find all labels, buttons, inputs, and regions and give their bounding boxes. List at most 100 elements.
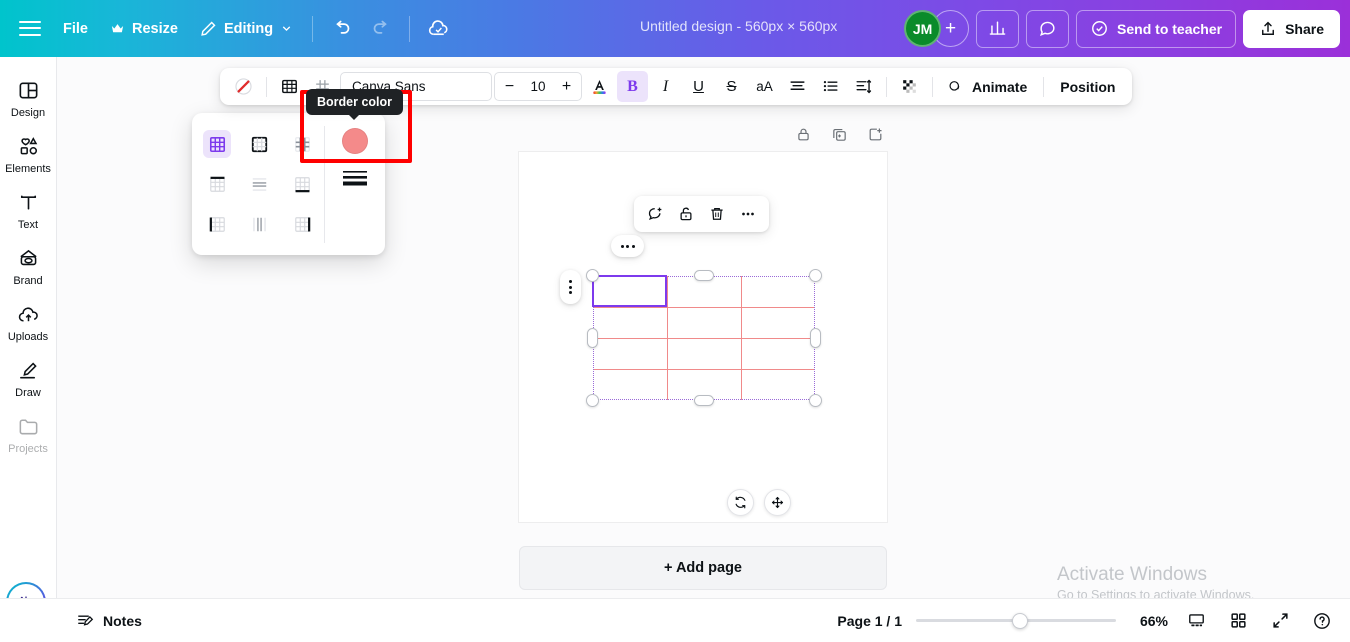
share-button[interactable]: Share: [1243, 9, 1340, 48]
border-option-left-border[interactable]: [196, 204, 239, 244]
position-button[interactable]: Position: [1051, 79, 1124, 95]
bold-button[interactable]: B: [617, 71, 648, 102]
resize-handle-middle-right[interactable]: [810, 328, 821, 348]
animate-button[interactable]: [940, 71, 966, 102]
no-color-button[interactable]: [228, 71, 259, 102]
upload-icon: [1262, 21, 1275, 35]
border-option-horizontal-borders[interactable]: [239, 164, 282, 204]
hamburger-icon: [19, 20, 41, 37]
toolbar-separator-1: [266, 76, 267, 97]
line-spacing-button[interactable]: [848, 71, 879, 102]
border-option-bottom-border[interactable]: [281, 164, 324, 204]
border-option-right-border[interactable]: [281, 204, 324, 244]
main-menu-button[interactable]: [8, 13, 52, 45]
table-row-options-button[interactable]: [560, 270, 581, 304]
zoom-slider-knob[interactable]: [1012, 612, 1028, 629]
italic-button[interactable]: I: [650, 71, 681, 102]
resize-handle-top-center[interactable]: [694, 270, 714, 281]
bullet-list-button[interactable]: [815, 71, 846, 102]
add-page-button[interactable]: + Add page: [519, 546, 887, 590]
table-cell-options-button[interactable]: [611, 235, 644, 257]
sidebar-item-brand-label: Brand: [13, 275, 43, 287]
font-size-value[interactable]: 10: [521, 79, 555, 94]
help-button[interactable]: [1308, 607, 1336, 635]
row-options-dots-icon-2: [569, 285, 572, 289]
undo-button[interactable]: [321, 9, 361, 49]
animate-label[interactable]: Animate: [968, 79, 1036, 95]
zoom-level-label[interactable]: 66%: [1130, 613, 1168, 629]
letter-case-button[interactable]: aA: [749, 71, 780, 102]
underline-button[interactable]: U: [683, 71, 714, 102]
text-align-button[interactable]: [782, 71, 813, 102]
toolbar-divider: [312, 15, 314, 42]
font-size-control: − 10 +: [494, 72, 582, 101]
border-option-all-borders[interactable]: [196, 124, 239, 164]
add-comment-button[interactable]: [641, 200, 669, 228]
transparency-checker-icon: [903, 80, 916, 93]
border-option-inner-borders[interactable]: [281, 124, 324, 164]
table-element[interactable]: [586, 269, 822, 407]
cloud-status-button[interactable]: [418, 9, 458, 49]
sidebar-item-design[interactable]: Design: [0, 79, 57, 119]
resize-handle-bottom-left[interactable]: [586, 394, 599, 407]
strikethrough-button[interactable]: S: [716, 71, 747, 102]
notes-button[interactable]: Notes: [66, 605, 152, 636]
font-size-increase-button[interactable]: +: [557, 78, 576, 95]
toolbar-separator-3: [932, 76, 933, 97]
vertical-borders-icon: [246, 210, 274, 238]
bold-label: B: [627, 77, 638, 95]
rotate-element-button[interactable]: [727, 489, 754, 516]
page-view-icon: [1188, 614, 1204, 627]
selected-table-cell[interactable]: [592, 275, 667, 307]
border-option-top-border[interactable]: [196, 164, 239, 204]
canva-editor-window: File Resize Editing Untitled design - 56…: [0, 0, 1350, 642]
toolbar-divider-2: [409, 15, 411, 42]
sidebar-item-text-label: Text: [17, 219, 39, 231]
unlock-element-button[interactable]: [672, 200, 700, 228]
move-element-button[interactable]: [764, 489, 791, 516]
border-option-outer-border[interactable]: [239, 124, 282, 164]
resize-button[interactable]: Resize: [99, 13, 189, 45]
send-to-teacher-button[interactable]: Send to teacher: [1076, 9, 1237, 48]
sidebar-item-draw[interactable]: Draw: [0, 359, 57, 399]
toolbar-separator-2: [886, 76, 887, 97]
sidebar-item-uploads[interactable]: Uploads: [0, 303, 57, 343]
fullscreen-button[interactable]: [1266, 607, 1294, 635]
editing-mode-button[interactable]: Editing: [189, 12, 304, 45]
border-weight-button[interactable]: [342, 168, 368, 192]
bottom-bar: Notes Page 1 / 1 66%: [0, 598, 1350, 642]
add-page-button-top[interactable]: [860, 119, 890, 149]
page-view-button[interactable]: [1182, 607, 1210, 635]
border-color-swatch[interactable]: [342, 128, 368, 154]
redo-button[interactable]: [361, 9, 401, 49]
table-options-button[interactable]: [274, 71, 305, 102]
resize-handle-bottom-right[interactable]: [809, 394, 822, 407]
file-menu-button[interactable]: File: [52, 13, 99, 45]
insights-button[interactable]: [976, 9, 1020, 48]
table-grid-icon: [282, 79, 297, 94]
comments-button[interactable]: [1026, 9, 1070, 48]
design-title[interactable]: Untitled design - 560px × 560px: [640, 18, 837, 34]
text-t-icon: [20, 195, 36, 210]
sidebar-item-brand[interactable]: Brand: [0, 247, 57, 287]
grid-view-button[interactable]: [1224, 607, 1252, 635]
text-color-button[interactable]: [584, 71, 615, 102]
animate-circle-icon: [949, 80, 960, 91]
border-option-vertical-borders[interactable]: [239, 204, 282, 244]
notes-pencil-icon: [78, 615, 94, 626]
sidebar-item-elements[interactable]: Elements: [0, 135, 57, 175]
resize-handle-top-left[interactable]: [586, 269, 599, 282]
avatar[interactable]: JM: [904, 10, 942, 47]
resize-handle-bottom-center[interactable]: [694, 395, 714, 406]
duplicate-page-button[interactable]: [824, 119, 854, 149]
sidebar-item-text[interactable]: Text: [0, 191, 57, 231]
resize-handle-top-right[interactable]: [809, 269, 822, 282]
font-size-decrease-button[interactable]: −: [500, 78, 519, 95]
delete-element-button[interactable]: [703, 200, 731, 228]
element-more-options-button[interactable]: [734, 200, 762, 228]
transparency-button[interactable]: [894, 71, 925, 102]
resize-handle-middle-left[interactable]: [587, 328, 598, 348]
sidebar-item-projects[interactable]: Projects: [0, 415, 57, 455]
zoom-slider[interactable]: [916, 612, 1116, 629]
lock-page-button[interactable]: [788, 119, 818, 149]
